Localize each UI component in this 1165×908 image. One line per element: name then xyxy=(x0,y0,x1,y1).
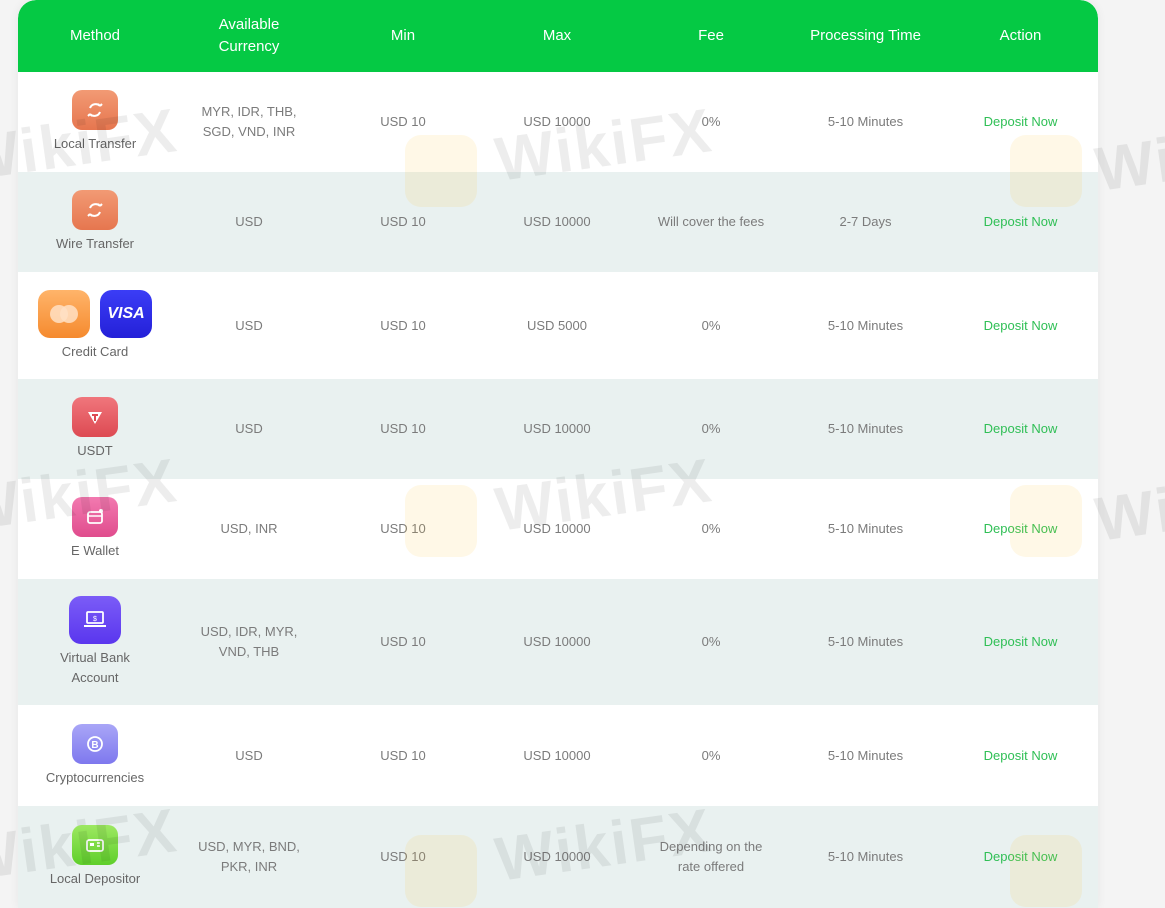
bitcoin-icon: B xyxy=(72,723,118,764)
laptop-bank-icon: $ xyxy=(69,596,121,644)
method-label: E Wallet xyxy=(71,543,119,558)
fee-cell: 0% xyxy=(701,634,721,649)
header-action: Action xyxy=(999,27,1042,44)
method-label: Local Depositor xyxy=(49,871,141,886)
header-processing-time: Processing Time xyxy=(810,27,921,44)
currency-cell: USD, IDR, MYR, VND, THB xyxy=(200,624,298,659)
fee-cell: 0% xyxy=(701,747,721,763)
time-cell: 5-10 Minutes xyxy=(827,849,904,864)
table-row: B Cryptocurrencies USD USD 10 USD 10000 … xyxy=(18,705,1098,806)
visa-icon: VISA xyxy=(100,289,152,338)
deposit-now-link[interactable]: Deposit Now xyxy=(984,214,1058,229)
fee-cell: Will cover the fees xyxy=(657,214,765,229)
max-cell: USD 10000 xyxy=(523,114,591,129)
table-row: $ Virtual Bank Account USD, IDR, MYR, VN… xyxy=(18,579,1098,705)
table-row: VISA Credit Card USD USD 10 USD 5000 0% … xyxy=(18,272,1098,379)
table-row: USDT USD USD 10 USD 10000 0% 5-10 Minute… xyxy=(18,379,1098,479)
max-cell: USD 10000 xyxy=(523,634,591,649)
max-cell: USD 5000 xyxy=(527,317,587,333)
header-min: Min xyxy=(390,27,416,44)
transfer-icon xyxy=(72,90,118,130)
time-cell: 5-10 Minutes xyxy=(827,114,904,129)
currency-cell: USD xyxy=(235,421,263,436)
min-cell: USD 10 xyxy=(380,317,426,333)
svg-text:$: $ xyxy=(93,616,97,623)
fee-cell: 0% xyxy=(701,317,721,333)
deposit-now-link[interactable]: Deposit Now xyxy=(984,634,1058,649)
currency-cell: USD xyxy=(235,317,263,333)
max-cell: USD 10000 xyxy=(523,521,591,536)
min-cell: USD 10 xyxy=(380,214,426,229)
fee-cell: 0% xyxy=(701,421,721,436)
method-label: Credit Card xyxy=(61,343,129,359)
method-label: Wire Transfer xyxy=(55,236,134,251)
deposit-now-link[interactable]: Deposit Now xyxy=(984,748,1058,763)
time-cell: 2-7 Days xyxy=(839,214,892,229)
time-cell: 5-10 Minutes xyxy=(827,747,904,763)
depositor-icon xyxy=(72,825,118,865)
header-max: Max xyxy=(542,27,572,44)
time-cell: 5-10 Minutes xyxy=(827,317,904,333)
header-currency: Available Currency xyxy=(218,16,280,55)
table-row: Wire Transfer USD USD 10 USD 10000 Will … xyxy=(18,172,1098,272)
currency-cell: USD xyxy=(235,747,263,763)
svg-text:B: B xyxy=(91,740,98,751)
currency-cell: USD xyxy=(235,214,263,229)
min-cell: USD 10 xyxy=(380,521,426,536)
header-fee: Fee xyxy=(698,27,724,44)
fee-cell: 0% xyxy=(701,114,721,129)
max-cell: USD 10000 xyxy=(523,849,591,864)
transfer-icon xyxy=(72,190,118,230)
time-cell: 5-10 Minutes xyxy=(827,421,904,436)
fee-cell: 0% xyxy=(701,521,721,536)
header-method: Method xyxy=(69,27,121,44)
deposit-now-link[interactable]: Deposit Now xyxy=(984,114,1058,129)
deposit-now-link[interactable]: Deposit Now xyxy=(984,318,1058,333)
max-cell: USD 10000 xyxy=(523,214,591,229)
max-cell: USD 10000 xyxy=(523,421,591,436)
time-cell: 5-10 Minutes xyxy=(827,634,904,649)
currency-cell: USD, MYR, BND, PKR, INR xyxy=(198,839,300,874)
min-cell: USD 10 xyxy=(380,747,426,763)
time-cell: 5-10 Minutes xyxy=(827,521,904,536)
table-header: Method Available Currency Min Max Fee Pr… xyxy=(18,0,1098,72)
min-cell: USD 10 xyxy=(380,421,426,436)
max-cell: USD 10000 xyxy=(523,747,591,763)
currency-cell: USD, INR xyxy=(220,521,278,536)
watermark-text: WikiFX xyxy=(1091,106,1165,205)
table-row: Local Transfer MYR, IDR, THB, SGD, VND, … xyxy=(18,72,1098,172)
tether-icon xyxy=(72,397,118,437)
table-row: E Wallet USD, INR USD 10 USD 10000 0% 5-… xyxy=(18,479,1098,579)
deposit-now-link[interactable]: Deposit Now xyxy=(984,849,1058,864)
min-cell: USD 10 xyxy=(380,849,426,864)
method-label: Virtual Bank Account xyxy=(60,650,130,685)
wallet-icon xyxy=(72,497,118,537)
method-label: Local Transfer xyxy=(53,136,137,151)
mastercard-icon xyxy=(38,289,90,338)
deposit-methods-table: Method Available Currency Min Max Fee Pr… xyxy=(18,0,1098,908)
fee-cell: Depending on the rate offered xyxy=(659,839,763,874)
currency-cell: MYR, IDR, THB, SGD, VND, INR xyxy=(201,104,297,139)
watermark-text: WikiFX xyxy=(1091,456,1165,555)
deposit-now-link[interactable]: Deposit Now xyxy=(984,421,1058,436)
method-label: USDT xyxy=(77,443,113,458)
table-row: Local Depositor USD, MYR, BND, PKR, INR … xyxy=(18,806,1098,908)
min-cell: USD 10 xyxy=(380,114,426,129)
method-label: Cryptocurrencies xyxy=(45,769,145,785)
min-cell: USD 10 xyxy=(380,634,426,649)
deposit-now-link[interactable]: Deposit Now xyxy=(984,521,1058,536)
